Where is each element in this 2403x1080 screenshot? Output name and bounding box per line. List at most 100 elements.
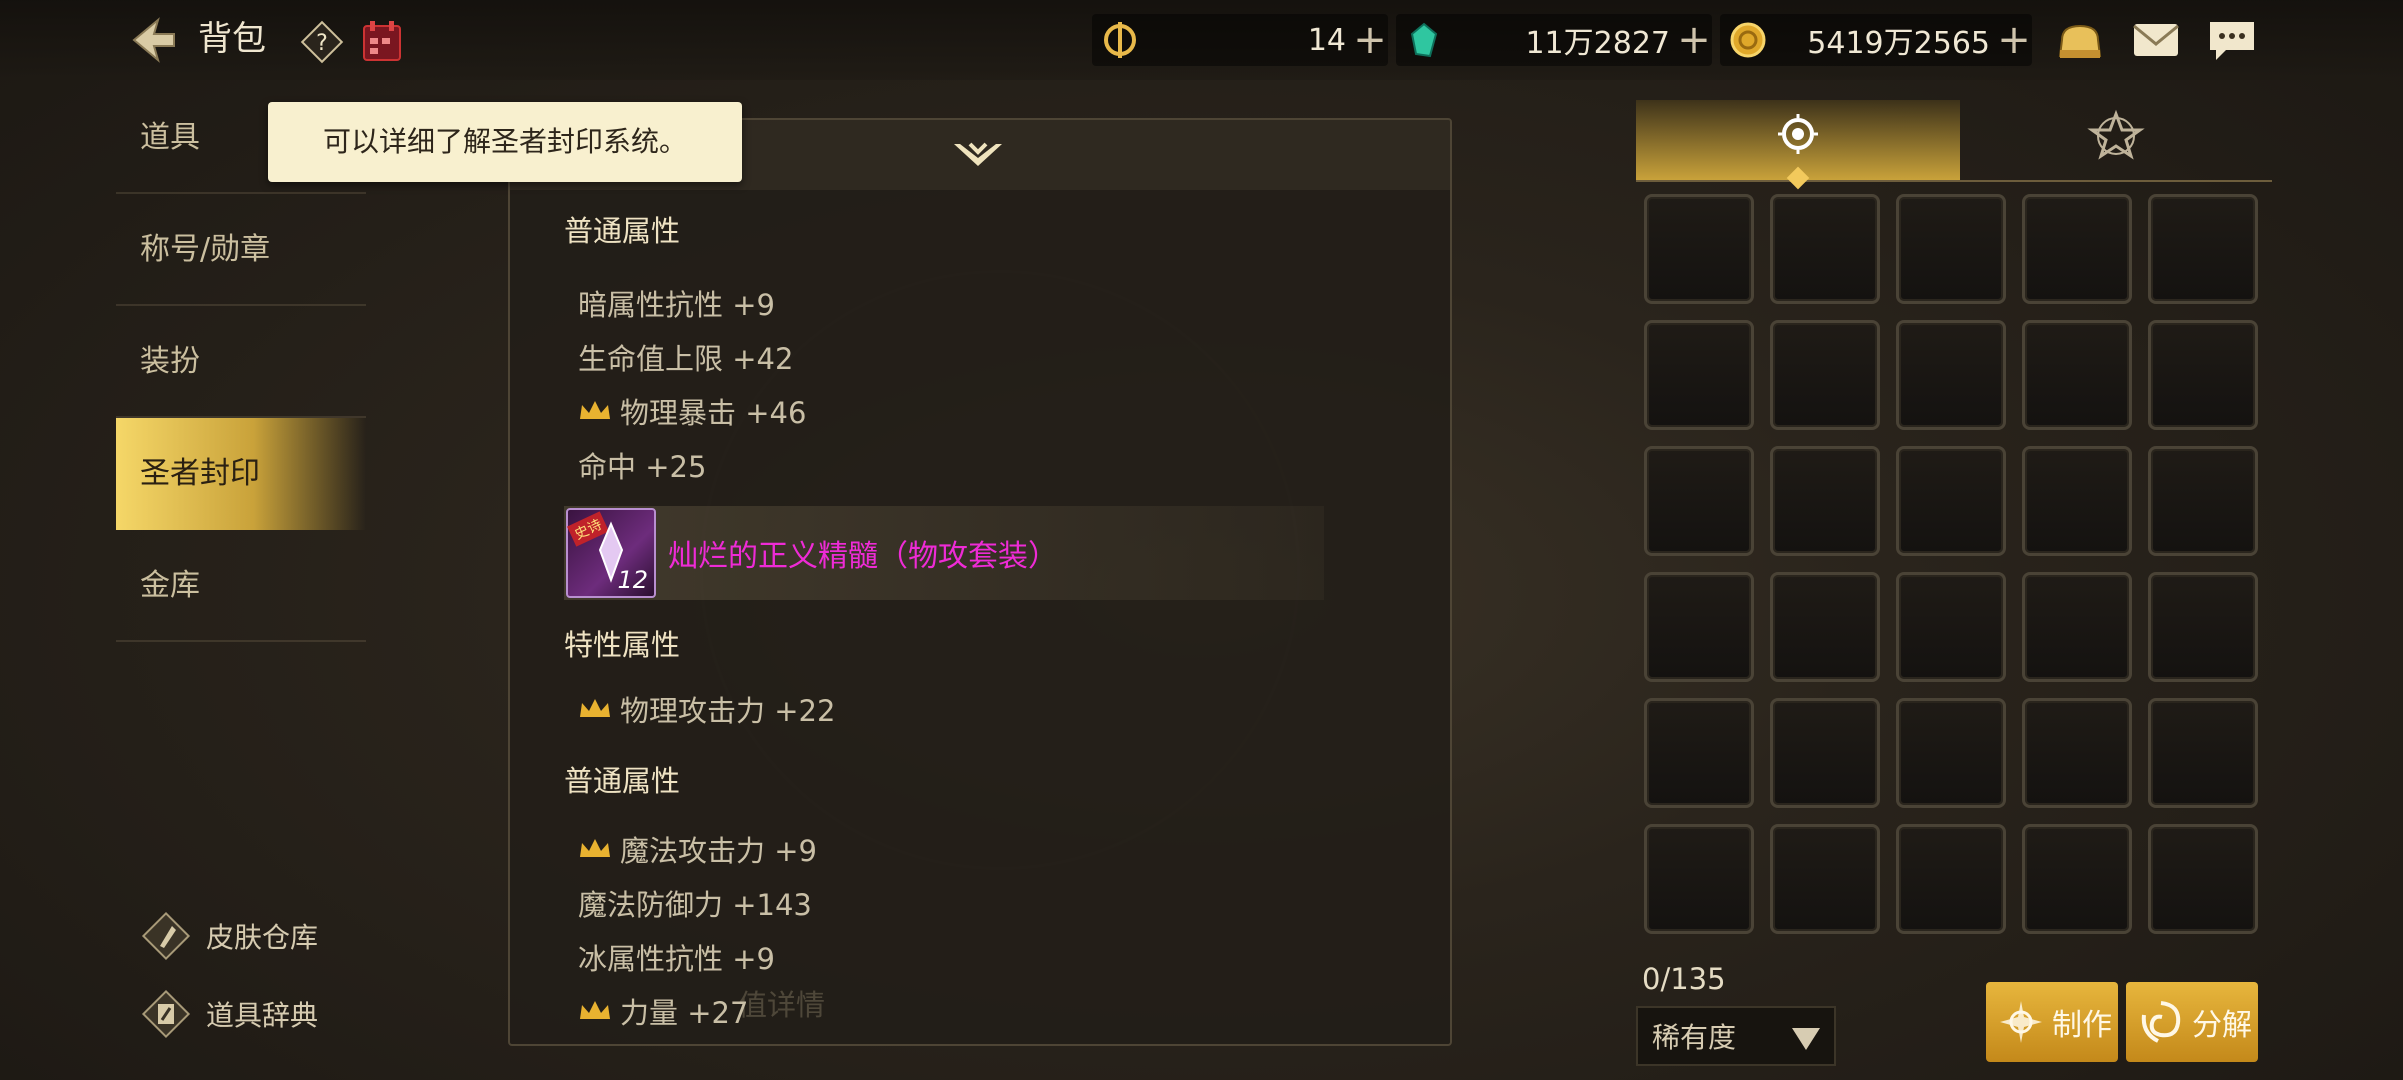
inventory-slot[interactable] (1896, 824, 2006, 934)
decompose-button[interactable]: 分解 (2126, 982, 2258, 1062)
inventory-slot[interactable] (2022, 320, 2132, 430)
inventory-slot[interactable] (2148, 572, 2258, 682)
attr-row: 物理暴击 +46 (578, 390, 806, 432)
swirl-icon (2141, 1001, 2181, 1043)
inventory-slot[interactable] (2022, 698, 2132, 808)
attr-text: 冰属性抗性 +9 (578, 942, 775, 976)
attr-row: 生命值上限 +42 (578, 336, 793, 378)
chat-icon[interactable] (2206, 16, 2258, 64)
attr-row: 魔法攻击力 +9 (578, 828, 817, 870)
svg-text:?: ? (316, 31, 328, 56)
section-title-normal-2: 普通属性 (564, 764, 681, 798)
inventory-slot[interactable] (1644, 572, 1754, 682)
inventory-slot[interactable] (2148, 194, 2258, 304)
crown-icon (580, 699, 610, 717)
set-effect-row[interactable]: 史诗 12 灿烂的正义精髓（物攻套装） (564, 506, 1324, 600)
rarity-dropdown[interactable]: 稀有度 (1636, 1006, 1836, 1066)
attr-text: 魔法攻击力 +9 (620, 834, 817, 868)
nav-item-saint-seal[interactable]: 圣者封印 (116, 418, 366, 530)
item-dictionary-label: 道具辞典 (206, 999, 319, 1032)
inventory-slot[interactable] (1770, 824, 1880, 934)
coin-c-icon (1104, 22, 1136, 58)
inventory-slot[interactable] (2022, 194, 2132, 304)
help-tooltip: 可以详细了解圣者封印系统。 (268, 102, 742, 182)
item-dictionary-link[interactable]: 道具辞典 (138, 986, 318, 1042)
crystal-icon (1410, 22, 1438, 58)
gold-coin-icon (1730, 22, 1766, 58)
attr-text: 命中 +25 (578, 450, 707, 484)
skin-storage-link[interactable]: 皮肤仓库 (138, 908, 318, 964)
help-icon[interactable]: ? (300, 20, 344, 64)
inventory-slot[interactable] (2148, 824, 2258, 934)
inventory-slot[interactable] (1644, 194, 1754, 304)
inventory-slot[interactable] (1896, 320, 2006, 430)
inventory-slot[interactable] (2022, 446, 2132, 556)
currency-crystal-value: 11万2827 (1525, 26, 1670, 61)
calendar-icon[interactable] (360, 18, 404, 64)
craft-label: 制作 (2052, 1008, 2112, 1043)
chevron-down-icon[interactable] (950, 136, 1006, 176)
nav-item-costume[interactable]: 装扮 (116, 306, 366, 418)
craft-icon (2000, 1001, 2042, 1043)
craft-button[interactable]: 制作 (1986, 982, 2118, 1062)
currency-c-value: 14 (1307, 22, 1346, 58)
crown-icon (580, 839, 610, 857)
seal-detail-panel[interactable]: 普通属性 暗属性抗性 +9 生命值上限 +42 物理暴击 +46 命中 +25 … (508, 118, 1452, 1046)
attr-text: 生命值上限 +42 (578, 342, 794, 376)
inventory-slot[interactable] (1770, 446, 1880, 556)
set-item-icon: 史诗 12 (566, 508, 656, 598)
inventory-slot[interactable] (1770, 572, 1880, 682)
attr-text: 力量 +27 (620, 996, 749, 1030)
inventory-slot[interactable] (1896, 572, 2006, 682)
add-currency-c-button[interactable]: + (1352, 20, 1388, 60)
add-gold-button[interactable]: + (1996, 20, 2032, 60)
book-icon (141, 989, 191, 1039)
back-arrow-icon[interactable] (128, 16, 178, 64)
inventory-slot[interactable] (2022, 824, 2132, 934)
inventory-slot[interactable] (1770, 194, 1880, 304)
inventory-slot[interactable] (1770, 320, 1880, 430)
attr-row: 命中 +25 (578, 444, 706, 486)
dropdown-arrow-icon (1792, 1028, 1820, 1050)
inventory-slot[interactable] (1770, 698, 1880, 808)
attr-row: 魔法防御力 +143 (578, 882, 812, 924)
attr-row: 冰属性抗性 +9 (578, 936, 775, 978)
tab-set[interactable] (1960, 100, 2284, 180)
inventory-slot[interactable] (2148, 698, 2258, 808)
currency-gold-value: 5419万2565 (1807, 26, 1990, 61)
attr-text: 物理暴击 +46 (620, 396, 807, 430)
inventory-slot[interactable] (2148, 320, 2258, 430)
decompose-label: 分解 (2192, 1008, 2252, 1043)
add-crystal-button[interactable]: + (1676, 20, 1712, 60)
mail-icon[interactable] (2130, 16, 2182, 64)
section-title-normal-1: 普通属性 (564, 214, 681, 248)
rarity-label: 稀有度 (1652, 1021, 1737, 1054)
inventory-slot[interactable] (1644, 824, 1754, 934)
attr-row: 物理攻击力 +22 (578, 688, 835, 730)
attr-row: 力量 +27 (578, 990, 748, 1032)
attr-row: 暗属性抗性 +9 (578, 282, 775, 324)
attr-text: 魔法防御力 +143 (578, 888, 812, 922)
inventory-slot[interactable] (1896, 446, 2006, 556)
crown-icon (580, 1001, 610, 1019)
currency-gold: 5419万2565 + (1720, 14, 2032, 66)
inventory-slot[interactable] (1644, 698, 1754, 808)
nav-item-vault[interactable]: 金库 (116, 530, 366, 642)
inventory-slot[interactable] (1896, 698, 2006, 808)
inventory-slot[interactable] (1644, 320, 1754, 430)
inventory-count: 0/135 (1642, 962, 1726, 996)
pouch-icon[interactable] (2054, 16, 2106, 64)
inventory-slot[interactable] (2022, 572, 2132, 682)
attr-text: 物理攻击力 +22 (620, 694, 836, 728)
set-item-level: 12 (617, 566, 648, 594)
set-name: 灿烂的正义精髓（物攻套装） (668, 539, 1058, 574)
seal-tab-bar (1636, 100, 2272, 182)
currency-c: 14 + (1092, 14, 1388, 66)
page-title: 背包 (198, 19, 266, 59)
skin-storage-label: 皮肤仓库 (206, 921, 319, 954)
inventory-slot[interactable] (2148, 446, 2258, 556)
nav-item-titles-medals[interactable]: 称号/勋章 (116, 194, 366, 306)
inventory-slot[interactable] (1644, 446, 1754, 556)
tab-divider (1636, 180, 2272, 182)
inventory-slot[interactable] (1896, 194, 2006, 304)
